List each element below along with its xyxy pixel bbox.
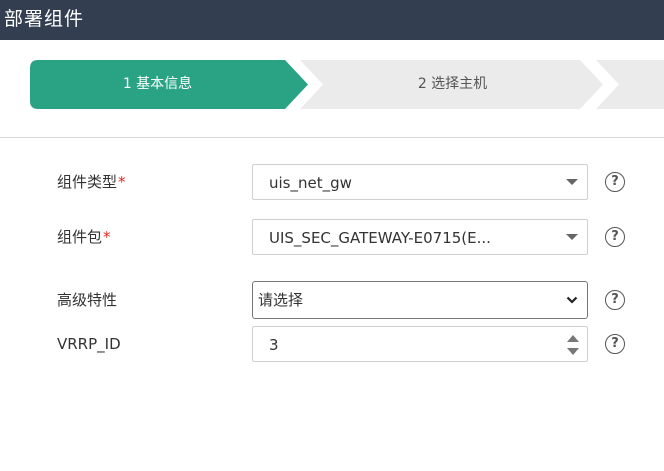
advanced-feature-label: 高级特性 xyxy=(57,291,118,309)
caret-down-icon xyxy=(566,179,578,185)
advanced-feature-value: 请选择 xyxy=(258,291,304,309)
component-package-value: UIS_SEC_GATEWAY-E0715(E... xyxy=(269,229,491,247)
spinner-arrows-icon[interactable] xyxy=(565,331,581,359)
chevron-down-icon xyxy=(566,296,578,304)
required-asterisk: * xyxy=(118,173,126,191)
question-circle-icon[interactable]: ? xyxy=(605,227,625,247)
vrrp-id-value: 3 xyxy=(269,336,279,354)
component-type-select[interactable]: uis_net_gw xyxy=(252,164,588,200)
component-type-value: uis_net_gw xyxy=(269,174,352,192)
step-label: 2 选择主机 xyxy=(417,76,488,92)
window-title: 部署组件 xyxy=(4,8,85,30)
required-asterisk: * xyxy=(103,228,111,246)
step-label: 1 基本信息 xyxy=(122,76,193,92)
advanced-feature-select[interactable]: 请选择 xyxy=(252,281,588,319)
row-component-type: 组件类型* uis_net_gw ? xyxy=(0,164,664,200)
question-circle-icon[interactable]: ? xyxy=(605,334,625,354)
step-next[interactable] xyxy=(596,60,664,109)
step-basic-info[interactable]: 1 基本信息 xyxy=(30,60,310,109)
component-package-label: 组件包* xyxy=(57,228,111,246)
step-select-host[interactable]: 2 选择主机 xyxy=(300,60,605,109)
window-titlebar: 部署组件 xyxy=(0,0,664,40)
row-advanced-feature: 高级特性 请选择 ? xyxy=(0,281,664,319)
component-package-select[interactable]: UIS_SEC_GATEWAY-E0715(E... xyxy=(252,219,588,255)
question-circle-icon[interactable]: ? xyxy=(605,290,625,310)
vrrp-id-number-input[interactable]: 3 xyxy=(252,326,588,362)
question-circle-icon[interactable]: ? xyxy=(605,172,625,192)
row-component-package: 组件包* UIS_SEC_GATEWAY-E0715(E... ? xyxy=(0,219,664,255)
row-vrrp-id: VRRP_ID 3 ? xyxy=(0,326,664,362)
caret-down-icon xyxy=(566,234,578,240)
step-wizard: 1 基本信息 2 选择主机 xyxy=(0,40,664,138)
step-arrow-shape xyxy=(596,60,664,109)
vrrp-id-label: VRRP_ID xyxy=(57,335,121,353)
component-type-label: 组件类型* xyxy=(57,173,126,191)
